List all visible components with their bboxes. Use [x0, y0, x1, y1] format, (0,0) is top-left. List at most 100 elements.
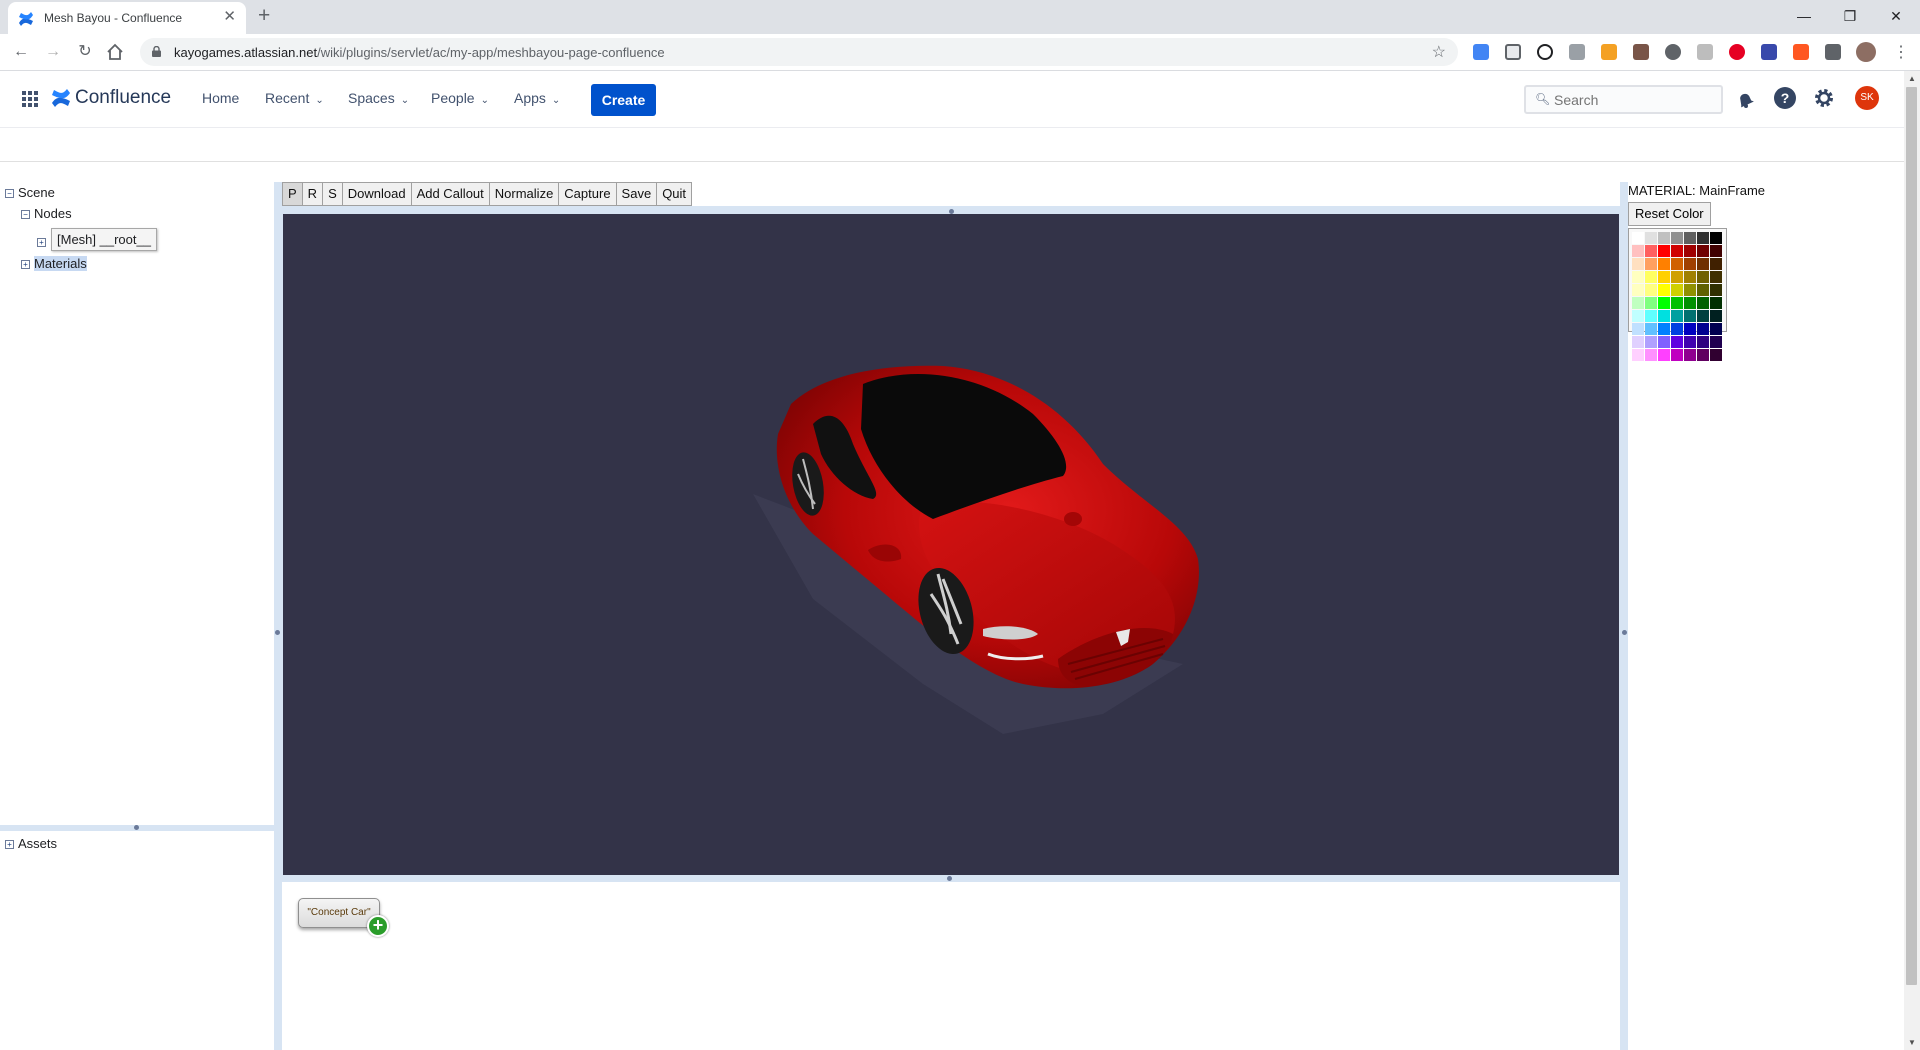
color-swatch[interactable]: [1671, 349, 1683, 361]
minimize-icon[interactable]: —: [1781, 3, 1827, 29]
color-swatch[interactable]: [1671, 271, 1683, 283]
horizontal-splitter[interactable]: [0, 825, 274, 831]
color-swatch[interactable]: [1697, 245, 1709, 257]
color-swatch[interactable]: [1632, 323, 1644, 335]
color-swatch[interactable]: [1645, 245, 1657, 257]
capture-button[interactable]: Capture: [558, 182, 616, 206]
viewport-bottom-splitter[interactable]: [282, 875, 1620, 882]
color-swatch[interactable]: [1645, 284, 1657, 296]
color-swatch[interactable]: [1697, 310, 1709, 322]
color-swatch[interactable]: [1645, 323, 1657, 335]
color-swatch[interactable]: [1658, 232, 1670, 244]
nav-home[interactable]: Home: [202, 90, 239, 106]
nav-spaces[interactable]: Spaces ⌄: [348, 90, 409, 106]
settings-gear-icon[interactable]: [1813, 87, 1835, 109]
pocket-extension-icon[interactable]: [1505, 44, 1521, 60]
add-callout-button[interactable]: Add Callout: [410, 182, 489, 206]
color-swatch[interactable]: [1684, 258, 1696, 270]
color-swatch[interactable]: [1697, 284, 1709, 296]
user-avatar[interactable]: SK: [1855, 86, 1879, 110]
stylus-extension-icon[interactable]: [1761, 44, 1777, 60]
extensions-puzzle-icon[interactable]: [1825, 44, 1841, 60]
home-icon[interactable]: [106, 43, 124, 61]
color-swatch[interactable]: [1645, 271, 1657, 283]
color-swatch[interactable]: [1658, 310, 1670, 322]
tree-item-mesh-root[interactable]: [Mesh] __root__: [51, 228, 157, 251]
recycle-extension-icon[interactable]: [1569, 44, 1585, 60]
color-swatch[interactable]: [1645, 297, 1657, 309]
color-palette[interactable]: [1628, 228, 1727, 361]
record-extension-icon[interactable]: [1665, 44, 1681, 60]
expand-icon[interactable]: +: [21, 260, 30, 270]
color-swatch[interactable]: [1632, 310, 1644, 322]
3d-viewport[interactable]: [283, 214, 1619, 875]
bookmark-star-icon[interactable]: ☆: [1432, 42, 1446, 62]
app-switcher-icon[interactable]: [22, 91, 38, 107]
color-swatch[interactable]: [1710, 336, 1722, 348]
color-swatch[interactable]: [1697, 323, 1709, 335]
add-callout-plus-icon[interactable]: +: [367, 915, 389, 937]
rotate-mode-button[interactable]: R: [301, 182, 323, 206]
color-swatch[interactable]: [1632, 336, 1644, 348]
confluence-brand-name[interactable]: Confluence: [75, 87, 171, 109]
expand-icon[interactable]: +: [37, 238, 46, 248]
color-swatch[interactable]: [1645, 258, 1657, 270]
color-swatch[interactable]: [1632, 245, 1644, 257]
tree-item-materials[interactable]: + Materials: [21, 256, 87, 271]
back-icon[interactable]: ←: [10, 41, 32, 63]
translate-extension-icon[interactable]: [1473, 44, 1489, 60]
color-swatch[interactable]: [1671, 245, 1683, 257]
color-swatch[interactable]: [1671, 258, 1683, 270]
expand-icon[interactable]: +: [5, 840, 14, 850]
reset-color-button[interactable]: Reset Color: [1628, 202, 1711, 226]
color-swatch[interactable]: [1684, 349, 1696, 361]
car-model[interactable]: [283, 214, 1619, 875]
color-swatch[interactable]: [1658, 258, 1670, 270]
scroll-up-icon[interactable]: ▲: [1908, 74, 1916, 83]
browser-tab[interactable]: Mesh Bayou - Confluence ✕: [8, 2, 246, 34]
color-swatch[interactable]: [1697, 336, 1709, 348]
color-swatch[interactable]: [1710, 232, 1722, 244]
scroll-down-icon[interactable]: ▼: [1908, 1038, 1916, 1047]
color-swatch[interactable]: [1684, 232, 1696, 244]
color-swatch[interactable]: [1658, 271, 1670, 283]
color-swatch[interactable]: [1710, 310, 1722, 322]
color-swatch[interactable]: [1671, 323, 1683, 335]
notifications-bell-icon[interactable]: [1734, 88, 1756, 110]
color-swatch[interactable]: [1697, 258, 1709, 270]
color-swatch[interactable]: [1697, 297, 1709, 309]
color-swatch[interactable]: [1684, 245, 1696, 257]
color-swatch[interactable]: [1684, 271, 1696, 283]
color-swatch[interactable]: [1658, 336, 1670, 348]
color-swatch[interactable]: [1645, 232, 1657, 244]
restore-icon[interactable]: ❐: [1827, 3, 1873, 29]
download-button[interactable]: Download: [341, 182, 411, 206]
sync-extension-icon[interactable]: [1537, 44, 1553, 60]
color-swatch[interactable]: [1710, 245, 1722, 257]
color-swatch[interactable]: [1645, 349, 1657, 361]
color-swatch[interactable]: [1632, 271, 1644, 283]
chrome-menu-icon[interactable]: ⋮: [1893, 42, 1909, 62]
color-swatch[interactable]: [1632, 284, 1644, 296]
help-icon[interactable]: ?: [1774, 87, 1796, 109]
create-button[interactable]: Create: [591, 84, 656, 116]
color-swatch[interactable]: [1671, 336, 1683, 348]
color-swatch[interactable]: [1645, 310, 1657, 322]
normalize-button[interactable]: Normalize: [488, 182, 559, 206]
color-swatch[interactable]: [1632, 232, 1644, 244]
nav-people[interactable]: People ⌄: [431, 90, 489, 106]
position-mode-button[interactable]: P: [282, 182, 302, 206]
color-swatch[interactable]: [1697, 232, 1709, 244]
new-tab-icon[interactable]: +: [258, 5, 270, 27]
scale-mode-button[interactable]: S: [322, 182, 342, 206]
color-swatch[interactable]: [1710, 349, 1722, 361]
tab-close-icon[interactable]: ✕: [223, 9, 236, 25]
color-swatch[interactable]: [1684, 297, 1696, 309]
left-vertical-splitter[interactable]: [274, 182, 282, 1050]
color-swatch[interactable]: [1671, 310, 1683, 322]
confluence-logo-icon[interactable]: [51, 88, 71, 108]
rss-extension-icon[interactable]: [1601, 44, 1617, 60]
color-swatch[interactable]: [1632, 349, 1644, 361]
right-vertical-splitter[interactable]: [1620, 182, 1628, 1050]
color-swatch[interactable]: [1658, 349, 1670, 361]
